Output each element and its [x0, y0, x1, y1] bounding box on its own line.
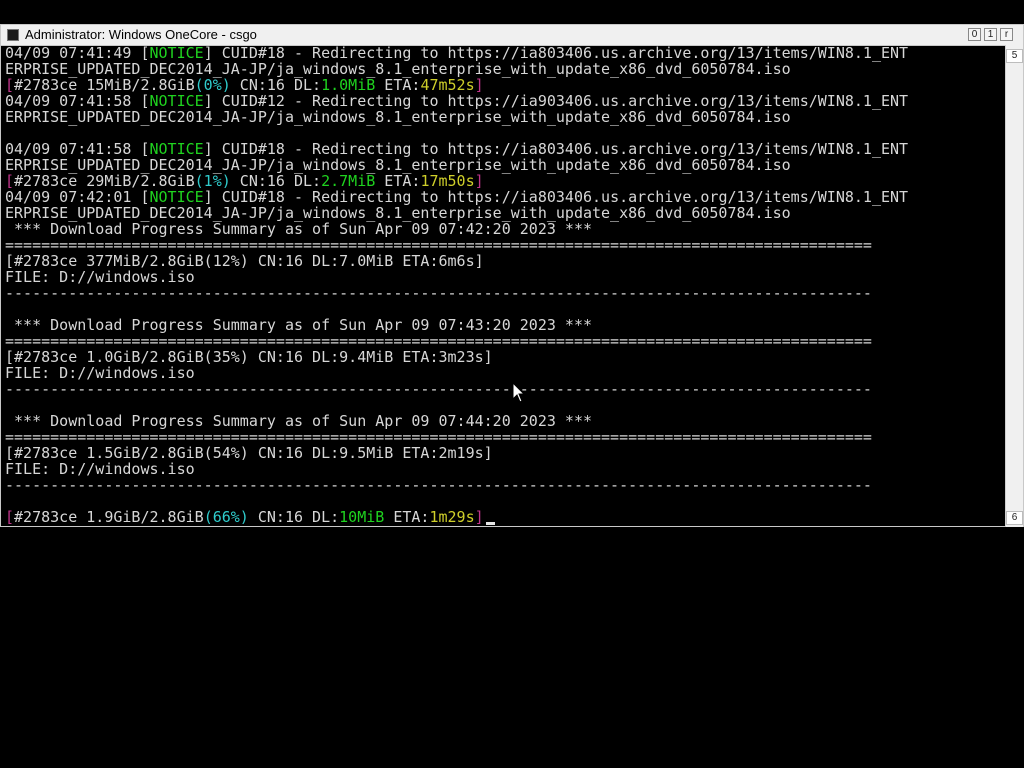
console-line: *** Download Progress Summary as of Sun … — [5, 317, 1005, 333]
console-line: ERPRISE_UPDATED_DEC2014_JA-JP/ja_windows… — [5, 109, 1005, 125]
text-cursor — [485, 522, 495, 525]
console-text: (66%) — [203, 508, 249, 525]
console-text: CN:16 DL: — [248, 508, 340, 525]
console-line: [#2783ce 1.0GiB/2.8GiB(35%) CN:16 DL:9.4… — [5, 349, 1005, 365]
console-line: [#2783ce 29MiB/2.8GiB(1%) CN:16 DL:2.7Mi… — [5, 173, 1005, 189]
console-text: 1m29s — [429, 508, 475, 525]
console-text: 10MiB — [339, 508, 385, 525]
title-bar[interactable]: Administrator: Windows OneCore - csgo 0 … — [1, 25, 1023, 46]
console-text: ----------------------------------------… — [5, 476, 872, 494]
console-line: *** Download Progress Summary as of Sun … — [5, 221, 1005, 237]
console-line: ----------------------------------------… — [5, 285, 1005, 301]
console-line: 04/09 07:42:01 [NOTICE] CUID#18 - Redire… — [5, 189, 1005, 205]
console-line: ERPRISE_UPDATED_DEC2014_JA-JP/ja_windows… — [5, 61, 1005, 77]
console-text: ETA: — [384, 508, 430, 525]
console-line: ========================================… — [5, 333, 1005, 349]
console-text: ----------------------------------------… — [5, 284, 872, 302]
console-line: *** Download Progress Summary as of Sun … — [5, 413, 1005, 429]
console-line: ----------------------------------------… — [5, 477, 1005, 493]
console-line: 04/09 07:41:58 [NOTICE] CUID#12 - Redire… — [5, 93, 1005, 109]
console-line: [#2783ce 1.9GiB/2.8GiB(66%) CN:16 DL:10M… — [5, 509, 1005, 525]
console-text: ----------------------------------------… — [5, 380, 872, 398]
vertical-scrollbar[interactable]: 5 6 — [1005, 45, 1023, 527]
console-line: [#2783ce 15MiB/2.8GiB(0%) CN:16 DL:1.0Mi… — [5, 77, 1005, 93]
scroll-up-button[interactable]: 5 — [1006, 49, 1023, 63]
console-text: ERPRISE_UPDATED_DEC2014_JA-JP/ja_windows… — [5, 108, 791, 126]
console-line: FILE: D://windows.iso — [5, 269, 1005, 285]
mouse-pointer-icon — [512, 382, 526, 403]
console-line: ERPRISE_UPDATED_DEC2014_JA-JP/ja_windows… — [5, 205, 1005, 221]
console-line: ----------------------------------------… — [5, 381, 1005, 397]
console-line: 04/09 07:41:49 [NOTICE] CUID#18 - Redire… — [5, 45, 1005, 61]
console-line: 04/09 07:41:58 [NOTICE] CUID#18 - Redire… — [5, 141, 1005, 157]
close-button[interactable]: r — [1000, 28, 1013, 41]
maximize-button[interactable]: 1 — [984, 28, 997, 41]
scroll-down-button[interactable]: 6 — [1006, 511, 1023, 525]
console-line: ERPRISE_UPDATED_DEC2014_JA-JP/ja_windows… — [5, 157, 1005, 173]
console-output[interactable]: 04/09 07:41:49 [NOTICE] CUID#18 - Redire… — [5, 45, 1005, 525]
console-text: ] — [474, 508, 484, 525]
console-text: #2783ce 1.9GiB/2.8GiB — [14, 508, 204, 525]
console-line: [#2783ce 1.5GiB/2.8GiB(54%) CN:16 DL:9.5… — [5, 445, 1005, 461]
terminal-icon — [7, 29, 19, 41]
console-line: [#2783ce 377MiB/2.8GiB(12%) CN:16 DL:7.0… — [5, 253, 1005, 269]
console-line: FILE: D://windows.iso — [5, 461, 1005, 477]
console-line: ========================================… — [5, 237, 1005, 253]
window-title: Administrator: Windows OneCore - csgo — [25, 27, 257, 42]
console-window[interactable]: Administrator: Windows OneCore - csgo 0 … — [0, 24, 1024, 527]
console-line: ========================================… — [5, 429, 1005, 445]
console-line: FILE: D://windows.iso — [5, 365, 1005, 381]
console-text: [ — [5, 508, 15, 525]
minimize-button[interactable]: 0 — [968, 28, 981, 41]
